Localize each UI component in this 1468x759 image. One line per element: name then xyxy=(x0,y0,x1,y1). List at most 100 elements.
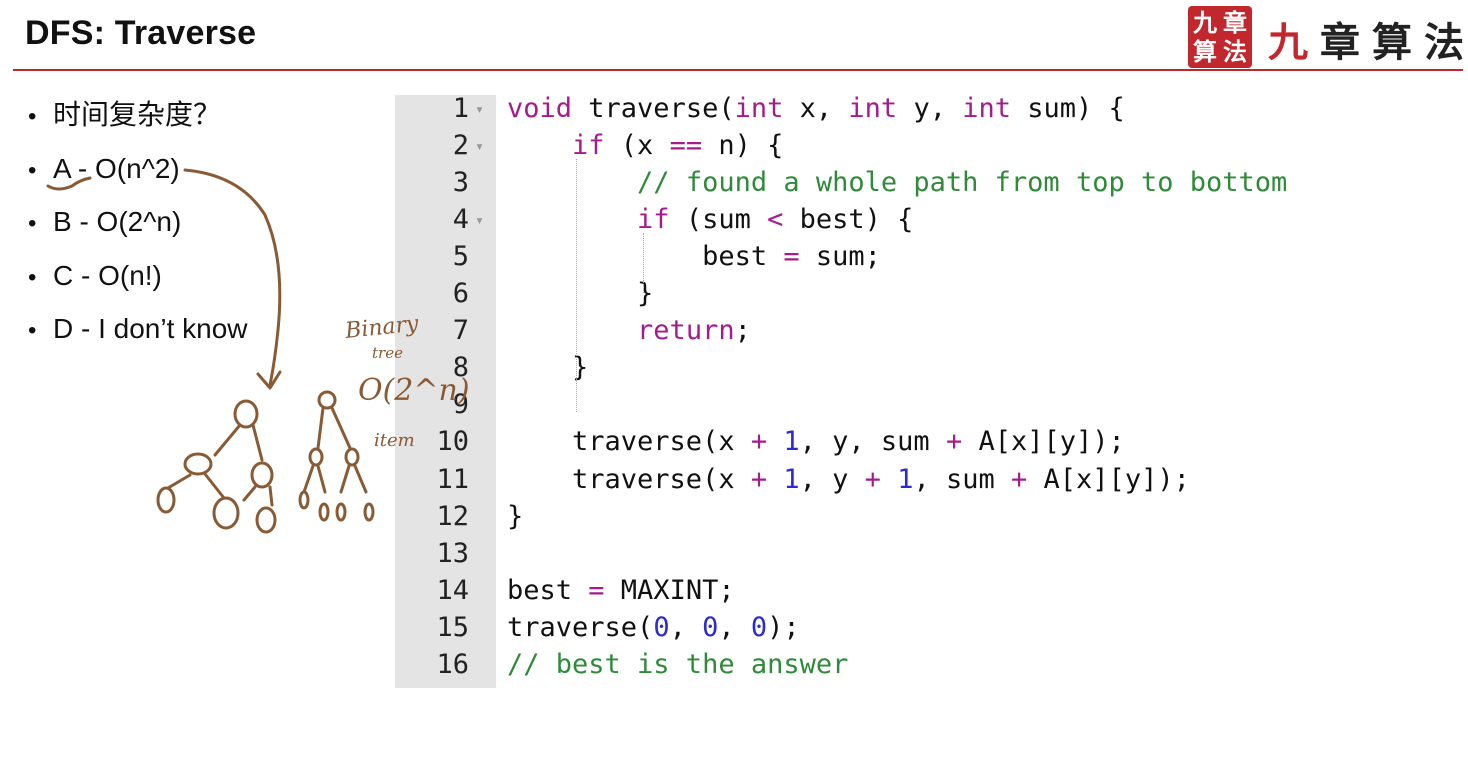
code-text: // best is the answer xyxy=(507,648,849,680)
logo-char: 九 xyxy=(1268,19,1320,66)
code-token: y, xyxy=(897,93,963,124)
code-text: traverse(0, 0, 0); xyxy=(507,611,800,643)
code-line: 7 return; xyxy=(395,317,1335,354)
line-number: 3 xyxy=(452,167,469,199)
line-number: 5 xyxy=(452,241,469,273)
logo-char: 法 xyxy=(1424,19,1468,66)
line-number: 7 xyxy=(452,315,469,347)
code-text: // found a whole path from top to bottom xyxy=(507,169,1287,197)
code-token: A[x][y]); xyxy=(962,426,1125,458)
option-text: C - O(n!) xyxy=(53,259,162,291)
code-token: x, xyxy=(783,93,849,124)
code-token: traverse( xyxy=(507,611,654,643)
code-line: 16 // best is the answer xyxy=(395,648,1335,688)
code-line: 1 ▾ void traverse(int x, int y, int sum) { xyxy=(395,95,1335,132)
code-token: 0 xyxy=(653,611,670,643)
code-text: best = MAXINT; xyxy=(507,574,735,606)
code-line: 10 traverse(x + 1, y, sum + A[x][y]); xyxy=(395,428,1335,465)
code-text: traverse(x + 1, y, sum + A[x][y]); xyxy=(507,428,1125,456)
logo-seal-icon: 九 章 算 法 xyxy=(1188,6,1252,68)
code-token: return xyxy=(637,315,735,347)
option-text: D - I don’t know xyxy=(53,313,248,344)
code-text: } xyxy=(507,500,524,532)
code-token: == xyxy=(669,130,703,162)
line-number: 9 xyxy=(452,389,469,421)
code-token: 1 xyxy=(783,426,800,458)
code-token: sum; xyxy=(799,241,881,273)
tree-sketch-left xyxy=(156,399,277,534)
logo-char: 章 xyxy=(1320,19,1372,66)
code-text: best = sum; xyxy=(507,243,881,271)
code-line: 14 best = MAXINT; xyxy=(395,574,1335,614)
code-token: , xyxy=(718,611,751,643)
code-line: 3 // found a whole path from top to bott… xyxy=(395,169,1335,206)
code-line: 2 ▾ if (x == n) { xyxy=(395,132,1335,169)
code-token: int xyxy=(962,93,1011,124)
code-line: 11 traverse(x + 1, y + 1, sum + A[x][y])… xyxy=(395,463,1335,503)
code-token: , xyxy=(669,611,703,643)
code-token: traverse( xyxy=(572,93,735,124)
code-token: + xyxy=(750,463,768,495)
line-number: 13 xyxy=(436,537,469,569)
question-text: 时间复杂度？ xyxy=(53,99,222,130)
code-token: , sum xyxy=(913,463,1012,495)
code-token: 1 xyxy=(783,463,800,495)
code-line: 15 traverse(0, 0, 0); xyxy=(395,611,1335,651)
fold-toggle-icon: ▾ xyxy=(475,211,485,230)
code-token: // best is the answer xyxy=(507,648,849,680)
option-text: A - O(n^2) xyxy=(53,152,180,184)
code-token: , y xyxy=(799,463,865,495)
line-number: 11 xyxy=(436,463,469,495)
code-token: best) { xyxy=(783,204,914,236)
code-line: 5 best = sum; xyxy=(395,243,1335,280)
brand-logo: 九 章 算 法 九章算法 xyxy=(1188,4,1464,70)
arrow-head xyxy=(256,370,282,390)
code-token: if xyxy=(572,130,605,162)
option-c: • C - O(n!) xyxy=(28,259,162,291)
code-text: return; xyxy=(507,317,751,345)
logo-wordmark: 九章算法 xyxy=(1268,10,1468,68)
code-token: traverse(x xyxy=(507,426,751,458)
tree-sketch-right xyxy=(298,390,375,522)
code-line: 6 } xyxy=(395,280,1335,317)
code-text: if (x == n) { xyxy=(507,132,783,160)
line-number: 2 xyxy=(452,130,469,162)
code-line: 8 } xyxy=(395,354,1335,391)
option-d: • D - I don’t know xyxy=(28,313,248,344)
code-text: traverse(x + 1, y + 1, sum + A[x][y]); xyxy=(507,463,1190,495)
code-token: best xyxy=(507,574,589,606)
line-number: 4 xyxy=(452,204,469,236)
code-token: if xyxy=(637,204,670,236)
code-line: 12} xyxy=(395,500,1335,540)
code-token: void xyxy=(507,93,573,124)
code-token: int xyxy=(848,93,898,124)
code-token: best xyxy=(507,241,784,273)
fold-toggle-icon: ▾ xyxy=(475,100,485,118)
code-token: traverse(x xyxy=(507,463,751,495)
fold-toggle-icon: ▾ xyxy=(475,137,485,156)
seal-char: 算 xyxy=(1193,37,1217,66)
code-token: 0 xyxy=(750,611,768,643)
code-token: } xyxy=(507,500,524,532)
code-token: (sum xyxy=(669,204,768,236)
code-line: 9 xyxy=(395,391,1335,428)
code-text: void traverse(int x, int y, int sum) { xyxy=(507,95,1125,123)
code-text: } xyxy=(507,280,653,308)
seal-char: 九 xyxy=(1193,8,1217,37)
slide-title: DFS: Traverse xyxy=(25,14,257,52)
code-line: 4 ▾ if (sum < best) { xyxy=(395,206,1335,243)
line-number: 1 xyxy=(452,93,469,124)
code-token: sum) { xyxy=(1011,93,1125,124)
code-token: n) { xyxy=(702,130,784,162)
line-number: 16 xyxy=(436,648,469,680)
line-number: 6 xyxy=(452,278,469,310)
code-token: 1 xyxy=(897,463,914,495)
line-number: 12 xyxy=(436,500,469,532)
code-token: ); xyxy=(767,611,800,643)
